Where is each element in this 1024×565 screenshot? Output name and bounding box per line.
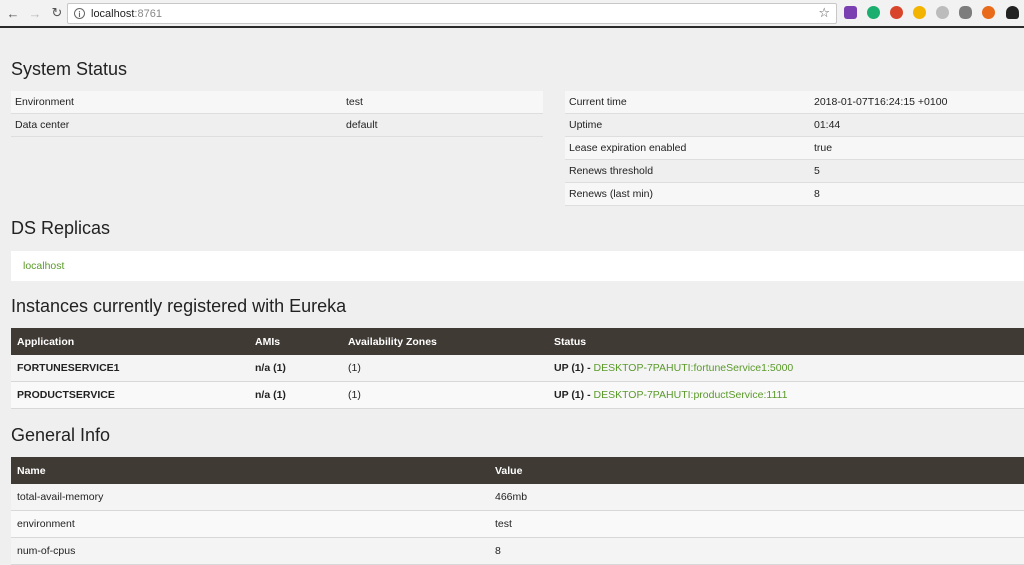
status-label: Data center xyxy=(11,113,342,137)
table-row: environment test xyxy=(11,510,1024,538)
extension-onenote-icon[interactable] xyxy=(844,6,857,19)
status-prefix: UP (1) - xyxy=(554,389,594,401)
extension-green-icon[interactable] xyxy=(867,6,880,19)
system-status-right-table: Current time 2018-01-07T16:24:15 +0100 U… xyxy=(565,91,1024,206)
column-header: Application xyxy=(11,328,249,355)
info-name: environment xyxy=(11,510,489,538)
info-value: 466mb xyxy=(489,484,1024,511)
reload-icon[interactable]: ↻ xyxy=(48,4,66,22)
info-name: num-of-cpus xyxy=(11,537,489,565)
info-name: total-avail-memory xyxy=(11,484,489,511)
amis-cell: n/a (1) xyxy=(249,381,342,409)
table-row: Renews threshold 5 xyxy=(565,159,1024,183)
zones-cell: (1) xyxy=(342,355,548,382)
column-header: Value xyxy=(489,457,1024,484)
table-row: num-of-cpus 8 xyxy=(11,537,1024,565)
extension-gray-icon[interactable] xyxy=(959,6,972,19)
ds-replicas-panel: localhost xyxy=(11,251,1024,281)
status-label: Lease expiration enabled xyxy=(565,136,810,160)
instances-title: Instances currently registered with Eure… xyxy=(11,296,347,316)
forward-icon[interactable]: → xyxy=(26,4,44,22)
browser-toolbar: ← → ↻ i localhost:8761 ☆ xyxy=(0,0,1024,28)
application-name: PRODUCTSERVICE xyxy=(11,381,249,409)
info-value: test xyxy=(489,510,1024,538)
extension-red-icon[interactable] xyxy=(890,6,903,19)
column-header: Status xyxy=(548,328,1024,355)
status-value: true xyxy=(810,136,1024,160)
status-cell: UP (1) - DESKTOP-7PAHUTI:productService:… xyxy=(548,381,1024,409)
ds-replicas-title: DS Replicas xyxy=(11,218,111,238)
status-value: 8 xyxy=(810,182,1024,206)
status-value: 5 xyxy=(810,159,1024,183)
amis-cell: n/a (1) xyxy=(249,355,342,382)
status-label: Renews threshold xyxy=(565,159,810,183)
zones-cell: (1) xyxy=(342,381,548,409)
replica-link[interactable]: localhost xyxy=(23,260,64,272)
table-row: Data center default xyxy=(11,113,543,137)
instance-link[interactable]: DESKTOP-7PAHUTI:productService:1111 xyxy=(593,389,787,401)
status-prefix: UP (1) - xyxy=(554,362,594,374)
extension-cloud-icon[interactable] xyxy=(936,6,949,19)
instances-table: Application AMIs Availability Zones Stat… xyxy=(11,328,1024,409)
table-header-row: Application AMIs Availability Zones Stat… xyxy=(11,328,1024,355)
system-status-title: System Status xyxy=(11,59,128,79)
back-icon[interactable]: ← xyxy=(4,4,22,22)
table-row: FORTUNESERVICE1 n/a (1) (1) UP (1) - DES… xyxy=(11,355,1024,382)
status-label: Environment xyxy=(11,91,342,114)
status-value: test xyxy=(342,91,543,114)
column-header: AMIs xyxy=(249,328,342,355)
table-row: Uptime 01:44 xyxy=(565,113,1024,137)
bookmark-star-icon[interactable]: ☆ xyxy=(818,5,830,21)
table-row: Lease expiration enabled true xyxy=(565,136,1024,160)
extension-ghost-icon[interactable] xyxy=(1006,6,1019,19)
address-bar[interactable]: i localhost:8761 ☆ xyxy=(67,3,837,24)
url-port: :8761 xyxy=(134,7,162,20)
url-host: localhost xyxy=(91,7,135,20)
table-row: Current time 2018-01-07T16:24:15 +0100 xyxy=(565,91,1024,114)
status-value: 2018-01-07T16:24:15 +0100 xyxy=(810,91,1024,114)
extension-orange-icon[interactable] xyxy=(982,6,995,19)
column-header: Availability Zones xyxy=(342,328,548,355)
table-header-row: Name Value xyxy=(11,457,1024,484)
status-label: Current time xyxy=(565,91,810,114)
table-row: Renews (last min) 8 xyxy=(565,182,1024,206)
status-label: Uptime xyxy=(565,113,810,137)
instance-link[interactable]: DESKTOP-7PAHUTI:fortuneService1:5000 xyxy=(593,362,793,374)
status-value: 01:44 xyxy=(810,113,1024,137)
application-name: FORTUNESERVICE1 xyxy=(11,355,249,382)
table-row: Environment test xyxy=(11,91,543,114)
table-row: total-avail-memory 466mb xyxy=(11,484,1024,511)
info-icon[interactable]: i xyxy=(74,8,85,19)
column-header: Name xyxy=(11,457,489,484)
general-info-title: General Info xyxy=(11,425,111,445)
info-value: 8 xyxy=(489,537,1024,565)
status-cell: UP (1) - DESKTOP-7PAHUTI:fortuneService1… xyxy=(548,355,1024,382)
status-value: default xyxy=(342,113,543,137)
system-status-left-table: Environment test Data center default xyxy=(11,91,543,137)
table-row: PRODUCTSERVICE n/a (1) (1) UP (1) - DESK… xyxy=(11,381,1024,409)
status-label: Renews (last min) xyxy=(565,182,810,206)
general-info-table: Name Value total-avail-memory 466mb envi… xyxy=(11,457,1024,565)
extension-yellow-icon[interactable] xyxy=(913,6,926,19)
